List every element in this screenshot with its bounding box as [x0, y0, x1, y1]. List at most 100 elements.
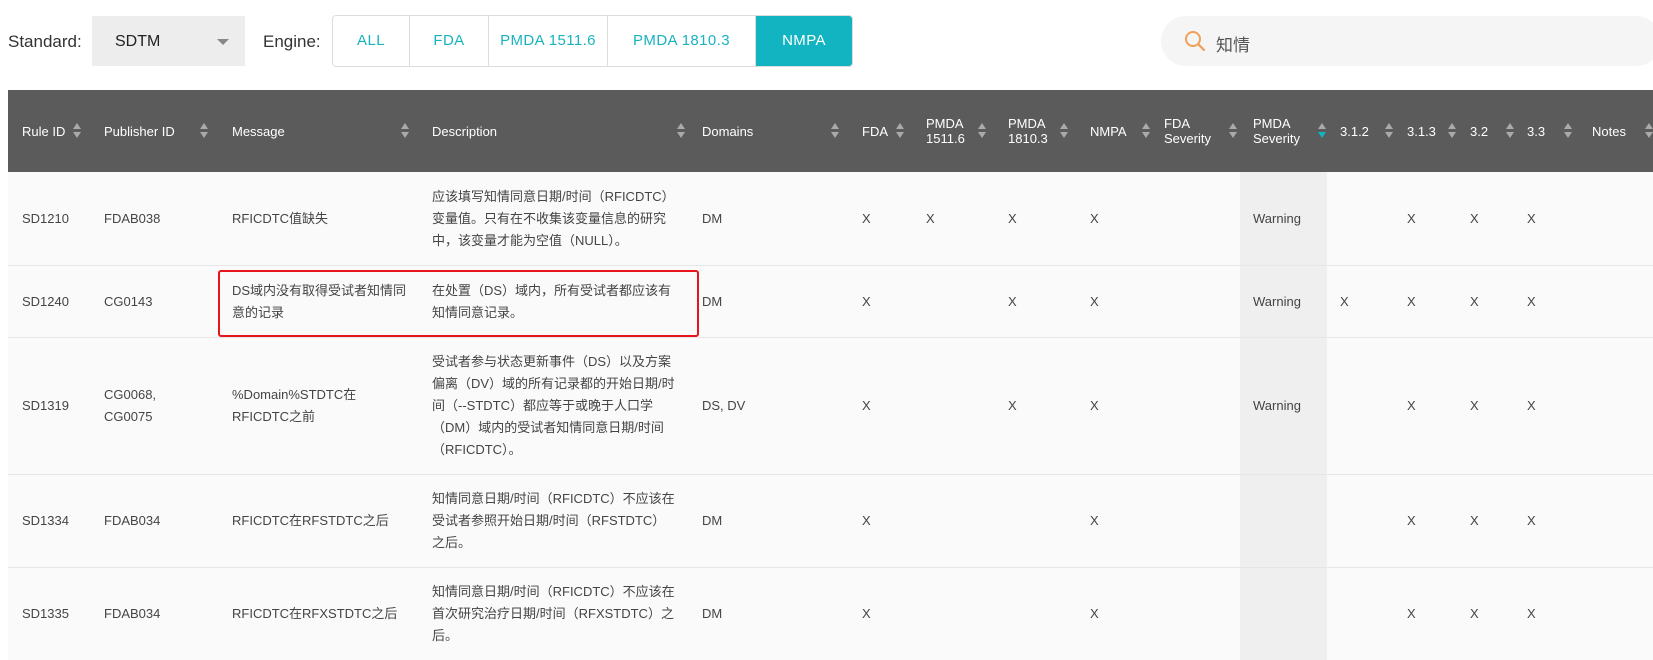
cell-text: X: [1527, 513, 1536, 528]
cell-text: X: [1090, 606, 1099, 621]
cell-text: X: [1527, 293, 1536, 309]
cell-pmda-1810: [1008, 568, 1080, 660]
table-row[interactable]: SD1335 FDAB034 RFICDTC在RFXSTDTC之后 知情同意日期/时间…: [8, 568, 1653, 660]
cell-text: FDAB034: [104, 606, 161, 621]
sort-icon[interactable]: [1448, 123, 1456, 139]
table-row[interactable]: SD1319 CG0068, CG0075 %Domain%STDTC在RFICDT…: [8, 338, 1653, 475]
cell-text: Warning: [1253, 293, 1301, 309]
cell-v32: X: [1470, 172, 1518, 265]
cell-pmda-severity: [1253, 568, 1330, 660]
cell-v313: X: [1407, 475, 1460, 567]
cell-v313: X: [1407, 172, 1460, 265]
cell-text: X: [862, 513, 871, 528]
sort-icon[interactable]: [831, 123, 839, 139]
cell-v33: X: [1527, 172, 1575, 265]
cell-fda: X: [862, 172, 916, 265]
column-header-fda[interactable]: FDA: [862, 90, 896, 172]
cell-notes: [1592, 475, 1653, 567]
column-header-v312[interactable]: 3.1.2: [1340, 90, 1385, 172]
column-header-label: NMPA: [1090, 123, 1127, 139]
cell-v33: X: [1527, 266, 1575, 337]
sort-icon[interactable]: [1060, 123, 1068, 139]
cell-rule-id: SD1334: [22, 475, 80, 567]
sort-icon[interactable]: [200, 123, 208, 139]
cell-pmda-1810: [1008, 475, 1080, 567]
cell-v33: X: [1527, 338, 1575, 474]
cell-domains: DM: [702, 568, 843, 660]
cell-message: %Domain%STDTC在RFICDTC之前: [232, 338, 408, 474]
cell-text: SD1319: [22, 398, 69, 413]
sort-icon[interactable]: [73, 123, 81, 139]
cell-text: RFICDTC值缺失: [232, 210, 329, 226]
column-header-label: Notes: [1592, 123, 1626, 139]
cell-v312: [1340, 172, 1397, 265]
cell-fda-severity: [1164, 568, 1243, 660]
cell-v312: [1340, 338, 1397, 474]
column-header-label: 3.1.3: [1407, 123, 1436, 139]
sort-icon[interactable]: [1385, 123, 1393, 139]
cell-pmda-1810: X: [1008, 266, 1080, 337]
engine-label: Engine:: [263, 32, 321, 51]
engine-button-all[interactable]: ALL: [333, 16, 410, 66]
cell-pmda-1511: [926, 568, 998, 660]
cell-publisher-id: FDAB034: [104, 568, 208, 660]
sort-icon[interactable]: [1645, 123, 1653, 139]
column-header-v313[interactable]: 3.1.3: [1407, 90, 1448, 172]
cell-text: X: [1470, 210, 1479, 226]
cell-fda: X: [862, 568, 916, 660]
table-row[interactable]: SD1210 FDAB038 RFICDTC值缺失 应该填写知情同意日期/时间（RFI…: [8, 172, 1653, 266]
cell-text: X: [1527, 398, 1536, 413]
column-header-pmda-1810[interactable]: PMDA 1810.3: [1008, 90, 1060, 172]
cell-text: SD1210: [22, 210, 69, 226]
standard-select[interactable]: SDTM: [92, 16, 245, 66]
column-header-label: 3.1.2: [1340, 123, 1369, 139]
cell-text: 知情同意日期/时间（RFICDTC）不应该在受试者参照开始日期/时间（RFSTD…: [432, 491, 675, 550]
sort-icon[interactable]: [677, 123, 685, 139]
cell-text: X: [1407, 293, 1416, 309]
cell-text: X: [1470, 513, 1479, 528]
column-header-pmda-1511[interactable]: PMDA 1511.6: [926, 90, 978, 172]
column-header-label: Domains: [702, 123, 754, 139]
sort-icon[interactable]: [1506, 123, 1514, 139]
engine-button-pmda-1810[interactable]: PMDA 1810.3: [608, 16, 756, 66]
cell-pmda-1810: X: [1008, 338, 1080, 474]
column-header-notes[interactable]: Notes: [1592, 90, 1645, 172]
sort-icon[interactable]: [1229, 123, 1237, 139]
cell-text: X: [1090, 293, 1099, 309]
column-header-publisher-id[interactable]: Publisher ID: [104, 90, 200, 172]
cell-pmda-severity: Warning: [1253, 172, 1330, 265]
search-input[interactable]: 知情: [1161, 16, 1653, 66]
table-row[interactable]: SD1334 FDAB034 RFICDTC在RFSTDTC之后 知情同意日期/时间（…: [8, 475, 1653, 568]
cell-v312: X: [1340, 266, 1397, 337]
sort-icon[interactable]: [1142, 123, 1150, 139]
cell-notes: [1592, 568, 1653, 660]
sort-icon[interactable]: [1564, 123, 1572, 139]
column-header-pmda-severity[interactable]: PMDA Severity: [1253, 90, 1318, 172]
cell-text: RFICDTC在RFXSTDTC之后: [232, 606, 398, 621]
sort-icon[interactable]: [401, 123, 409, 139]
cell-domains: DM: [702, 475, 843, 567]
sort-icon[interactable]: [978, 123, 986, 139]
column-header-domains[interactable]: Domains: [702, 90, 831, 172]
column-header-fda-severity[interactable]: FDA Severity: [1164, 90, 1229, 172]
cell-description: 应该填写知情同意日期/时间（RFICDTC）变量值。只有在不收集该变量信息的研究…: [432, 172, 677, 265]
cell-notes: [1592, 266, 1653, 337]
column-header-rule-id[interactable]: Rule ID: [22, 90, 73, 172]
engine-button-pmda-1511[interactable]: PMDA 1511.6: [489, 16, 608, 66]
cell-v312: [1340, 568, 1397, 660]
cell-text: DS, DV: [702, 398, 746, 413]
search-icon: [1185, 31, 1206, 52]
column-header-v33[interactable]: 3.3: [1527, 90, 1564, 172]
column-header-message[interactable]: Message: [232, 90, 401, 172]
cell-publisher-id: FDAB038: [104, 172, 208, 265]
cell-v33: X: [1527, 475, 1575, 567]
search-query: 知情: [1216, 36, 1250, 55]
column-header-v32[interactable]: 3.2: [1470, 90, 1506, 172]
sort-icon[interactable]: [1318, 123, 1326, 139]
column-header-description[interactable]: Description: [432, 90, 677, 172]
sort-icon[interactable]: [896, 123, 904, 139]
engine-button-nmpa[interactable]: NMPA: [756, 16, 852, 66]
engine-button-fda[interactable]: FDA: [410, 16, 489, 66]
column-header-nmpa[interactable]: NMPA: [1090, 90, 1142, 172]
cell-description: 知情同意日期/时间（RFICDTC）不应该在受试者参照开始日期/时间（RFSTD…: [432, 475, 677, 567]
